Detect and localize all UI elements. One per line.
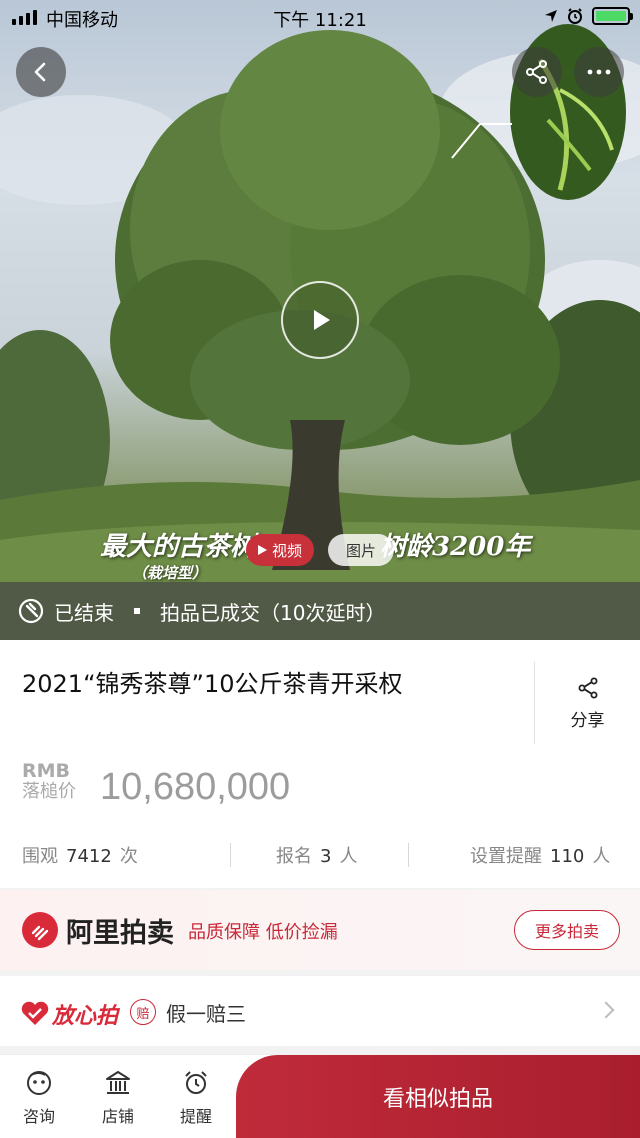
stat-signups-label: 报名 <box>276 846 312 867</box>
auction-status-bar: 已结束 拍品已成交（10次延时） <box>0 582 640 640</box>
play-small-icon <box>258 545 267 555</box>
stat-reminders-label: 设置提醒 <box>470 846 542 867</box>
share-item-button[interactable]: 分享 <box>534 662 640 744</box>
item-title: 2021“锦秀茶尊”10公斤茶青开采权 <box>22 670 403 698</box>
share-label: 分享 <box>570 710 605 731</box>
gavel-icon <box>18 598 44 624</box>
tab-remind-label: 提醒 <box>179 1107 212 1126</box>
photo-tab-label: 图片 <box>345 541 376 560</box>
guarantee-text: 假一赔三 <box>166 1002 246 1026</box>
tab-remind[interactable]: 提醒 <box>166 1069 226 1127</box>
play-icon <box>314 310 330 330</box>
separator-dot <box>134 608 140 614</box>
hero-media[interactable]: 中国移动 下午 11:21 最大的古茶树 （栽培型） 树龄3200年 视频 图片 <box>0 0 640 640</box>
tab-consult-label: 咨询 <box>22 1107 55 1126</box>
stat-signups-value: 3 <box>320 846 332 867</box>
guarantee-brand: 放心拍 <box>20 998 118 1030</box>
ali-logo-mark <box>31 925 49 941</box>
stat-signups: 报名 3 人 <box>276 842 357 868</box>
chevron-right-icon <box>597 1001 615 1019</box>
guarantee-brand-label: 放心拍 <box>52 1004 119 1029</box>
auction-stats: 围观 7412 次 报名 3 人 设置提醒 110 人 <box>0 838 640 872</box>
heart-icon <box>21 1001 49 1025</box>
overlay-caption-right: 树龄3200年 <box>380 532 531 562</box>
ali-auction-slogan: 品质保障 低价捡漏 <box>188 922 338 943</box>
stat-views: 围观 7412 次 <box>22 842 138 868</box>
overlay-caption-left: 最大的古茶树 <box>100 532 257 562</box>
location-icon <box>545 10 557 22</box>
more-icon <box>587 69 611 75</box>
chevron-left-icon <box>34 62 46 82</box>
price-currency: RMB <box>22 760 71 782</box>
tab-shop[interactable]: 店铺 <box>88 1069 148 1127</box>
similar-items-button[interactable]: 看相似拍品 <box>236 1055 640 1138</box>
stat-reminders: 设置提醒 110 人 <box>470 842 610 868</box>
price-type: 落槌价 <box>22 781 76 802</box>
hammer-price: 10,680,000 <box>100 766 291 808</box>
auction-status: 已结束 <box>54 600 114 625</box>
alarm-clock-icon <box>185 1071 207 1094</box>
stat-reminders-unit: 人 <box>592 846 611 867</box>
stat-views-unit: 次 <box>119 846 138 867</box>
more-auctions-button[interactable]: 更多拍卖 <box>514 910 620 950</box>
guarantee-row[interactable]: 放心拍 赔 假一赔三 <box>0 976 640 1046</box>
stat-views-value: 7412 <box>66 846 112 867</box>
share-icon <box>578 677 597 698</box>
photo-tab[interactable]: 图片 <box>328 534 394 566</box>
compensation-badge: 赔 <box>130 999 156 1025</box>
alarm-icon <box>568 8 582 24</box>
status-icons <box>544 7 633 25</box>
ali-auction-name: 阿里拍卖 <box>66 918 174 949</box>
status-bar: 中国移动 下午 11:21 <box>0 0 640 36</box>
video-tab[interactable]: 视频 <box>246 534 315 566</box>
stat-reminders-value: 110 <box>550 846 585 867</box>
stat-divider <box>408 843 409 867</box>
auction-result: 拍品已成交（10次延时） <box>160 600 386 625</box>
stat-divider <box>230 843 231 867</box>
shop-icon <box>106 1071 130 1094</box>
play-button[interactable] <box>281 281 359 359</box>
ali-auction-banner[interactable]: 阿里拍卖 品质保障 低价捡漏 更多拍卖 <box>0 890 640 970</box>
overlay-caption-sub: （栽培型） <box>132 564 208 582</box>
video-tab-label: 视频 <box>272 541 303 560</box>
chat-face-icon <box>27 1071 51 1095</box>
item-info-card: 2021“锦秀茶尊”10公斤茶青开采权 分享 RMB 落槌价 10,680,00… <box>0 640 640 888</box>
battery-icon <box>592 7 633 25</box>
price-label: RMB 落槌价 <box>22 762 76 801</box>
back-button[interactable] <box>16 47 66 97</box>
share-button[interactable] <box>512 47 562 97</box>
stat-views-label: 围观 <box>22 846 58 867</box>
stat-signups-unit: 人 <box>339 846 358 867</box>
more-button[interactable] <box>574 47 624 97</box>
share-icon <box>526 60 547 84</box>
tab-consult[interactable]: 咨询 <box>9 1069 69 1127</box>
bottom-action-bar: 咨询 店铺 提醒 看相似拍品 <box>0 1054 640 1138</box>
ali-auction-logo-icon <box>22 912 58 948</box>
tab-shop-label: 店铺 <box>101 1107 134 1126</box>
